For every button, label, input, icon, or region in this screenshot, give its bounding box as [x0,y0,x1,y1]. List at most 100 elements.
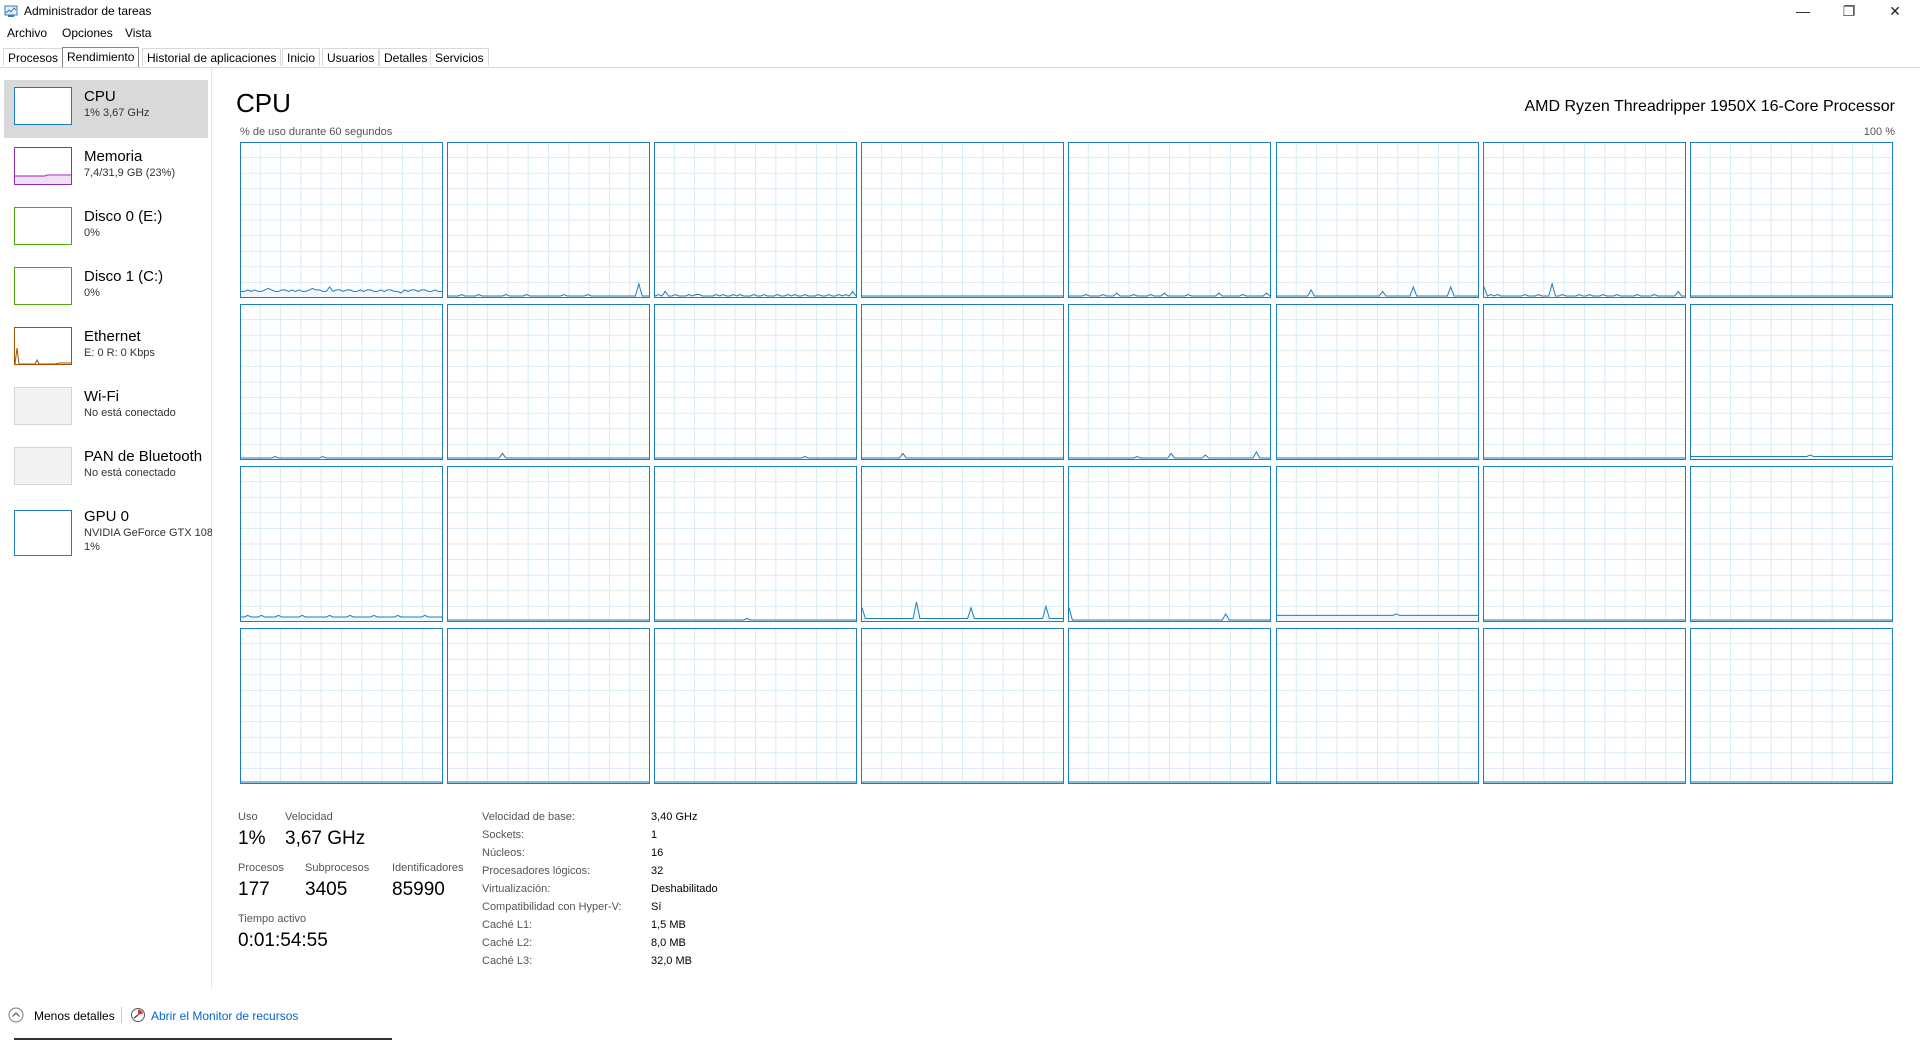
tab-detalles[interactable]: Detalles [379,48,433,66]
close-button[interactable]: ✕ [1872,0,1918,24]
sidebar-item-subtitle: 7,4/31,9 GB (23%) [84,167,176,179]
sidebar-item-subtitle: NVIDIA GeForce GTX 108 [84,527,212,539]
logical-processor-chart [240,304,443,460]
tab-procesos[interactable]: Procesos [3,48,64,66]
menu-opciones[interactable]: Opciones [62,26,113,40]
sidebar-item-disco-1[interactable]: Disco 1 (C:) 0% [4,260,208,318]
logical-processor-chart [1482,466,1686,622]
logical-processor-graph-11 [861,304,1065,460]
logical-processor-chart [654,628,858,784]
sidebar-item-title: CPU [84,88,116,105]
logical-processor-chart [861,628,1065,784]
window-title: Administrador de tareas [24,4,152,18]
sidebar-item-title: Ethernet [84,328,141,345]
logical-processor-chart [1482,628,1686,784]
logical-processor-chart [240,142,443,298]
detail-key: Procesadores lógicos: [482,865,591,877]
disk-1-thumbnail [14,267,72,305]
detail-value: 16 [651,847,664,859]
tab-rendimiento[interactable]: Rendimiento [62,47,140,67]
bluetooth-thumbnail [14,447,72,485]
logical-processor-graph-13 [1275,304,1479,460]
logical-processor-chart [654,466,858,622]
sidebar-item-bluetooth[interactable]: PAN de Bluetooth No está conectado [4,440,208,498]
detail-key: Compatibilidad con Hyper-V: [482,901,622,913]
open-resource-monitor-link[interactable]: Abrir el Monitor de recursos [151,1009,298,1023]
subprocesos-value: 3405 [305,879,348,900]
sidebar-item-gpu[interactable]: GPU 0 NVIDIA GeForce GTX 108 1% [4,500,212,564]
logical-processor-graph-25 [447,628,651,784]
logical-processor-chart [861,466,1065,622]
usage-graph-label: % de uso durante 60 segundos [240,126,393,138]
footer-divider [121,1007,122,1023]
tab-usuarios[interactable]: Usuarios [322,48,380,66]
logical-processor-chart [1689,142,1893,298]
less-details-button[interactable]: Menos detalles [34,1009,115,1023]
logical-processor-chart [1275,628,1479,784]
logical-processor-graph-19 [861,466,1065,622]
menu-archivo[interactable]: Archivo [7,26,47,40]
logical-processor-graph-20 [1068,466,1272,622]
logical-processor-grid [240,142,1895,785]
tab-inicio[interactable]: Inicio [282,48,321,66]
logical-processor-graph-28 [1068,628,1272,784]
sidebar-item-title: Memoria [84,148,143,165]
resource-monitor-icon[interactable] [130,1007,146,1023]
tab-historial[interactable]: Historial de aplicaciones [142,48,282,66]
logical-processor-graph-27 [861,628,1065,784]
logical-processor-graph-3 [861,142,1065,298]
subprocesos-label: Subprocesos [305,862,370,874]
logical-processor-chart [447,142,651,298]
logical-processor-graph-5 [1275,142,1479,298]
ethernet-thumbnail-graph [15,347,71,364]
logical-processor-chart [1689,628,1893,784]
logical-processor-graph-21 [1275,466,1479,622]
uso-value: 1% [238,828,266,849]
logical-processor-graph-18 [654,466,858,622]
detail-key: Núcleos: [482,847,525,859]
detail-value: 32 [651,865,664,877]
tab-servicios[interactable]: Servicios [430,48,489,66]
sidebar-item-title: GPU 0 [84,508,130,525]
cpu-thumbnail [14,87,72,125]
procesos-value: 177 [238,879,270,900]
sidebar-item-title: Disco 0 (E:) [84,208,163,225]
detail-value: 1 [651,829,658,841]
logical-processor-graph-24 [240,628,443,784]
detail-key: Virtualización: [482,883,551,895]
logical-processor-graph-10 [654,304,858,460]
detail-key: Caché L3: [482,955,533,967]
sidebar-item-memoria[interactable]: Memoria 7,4/31,9 GB (23%) [4,140,208,198]
tiempo-activo-value: 0:01:54:55 [238,930,328,951]
procesos-label: Procesos [238,862,284,874]
logical-processor-chart [654,304,858,460]
memory-thumbnail-graph [15,174,71,184]
logical-processor-chart [1275,304,1479,460]
sidebar-item-subtitle: 1% 3,67 GHz [84,107,150,119]
logical-processor-graph-7 [1689,142,1893,298]
menu-vista[interactable]: Vista [125,26,151,40]
sidebar-item-disco-0[interactable]: Disco 0 (E:) 0% [4,200,208,258]
restore-button[interactable]: ❐ [1826,0,1872,24]
sidebar-item-cpu[interactable]: CPU 1% 3,67 GHz [4,80,208,138]
logical-processor-chart [861,142,1065,298]
sidebar-item-ethernet[interactable]: Ethernet E: 0 R: 0 Kbps [4,320,208,378]
logical-processor-chart [1689,466,1893,622]
detail-key: Caché L1: [482,919,533,931]
sidebar-item-wifi[interactable]: Wi-Fi No está conectado [4,380,208,438]
logical-processor-chart [1068,304,1272,460]
title-bar: Administrador de tareas — ❐ ✕ [0,0,1920,24]
detail-key: Velocidad de base: [482,811,575,823]
sidebar-item-subtitle: 0% [84,227,100,239]
sidebar-item-title: Disco 1 (C:) [84,268,164,285]
logical-processor-chart [861,304,1065,460]
logical-processor-chart [1689,304,1893,460]
logical-processor-chart [447,466,651,622]
minimize-button[interactable]: — [1780,0,1826,24]
logical-processor-chart [1482,142,1686,298]
logical-processor-graph-8 [240,304,443,460]
chevron-up-circle-icon[interactable] [8,1007,24,1023]
identificadores-value: 85990 [392,879,445,900]
logical-processor-chart [240,628,443,784]
velocidad-label: Velocidad [285,811,333,823]
